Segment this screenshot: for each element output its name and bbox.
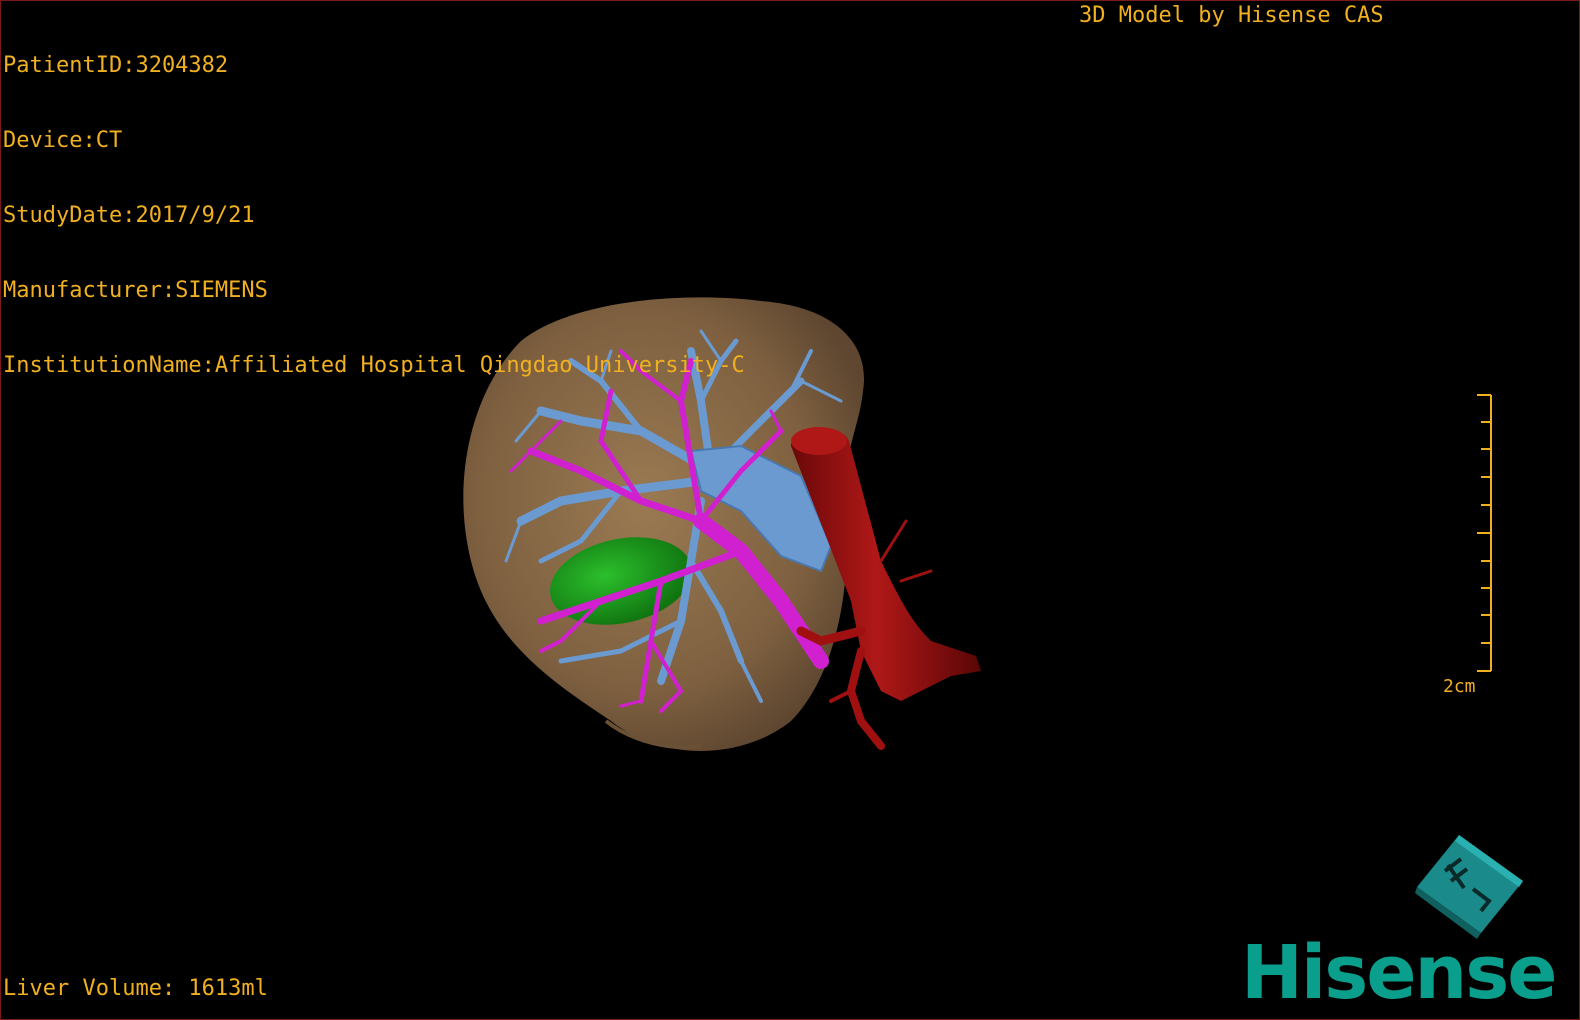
hisense-logo: Hisense: [1241, 930, 1557, 1016]
study-date: StudyDate:2017/9/21: [3, 203, 255, 228]
3d-viewport[interactable]: PatientID:3204382 Device:CT StudyDate:20…: [0, 0, 1580, 1020]
patient-id: PatientID:3204382: [3, 53, 229, 78]
manufacturer: Manufacturer:SIEMENS: [3, 278, 268, 303]
dicom-info-overlay: PatientID:3204382 Device:CT StudyDate:20…: [3, 3, 745, 428]
device: Device:CT: [3, 128, 123, 153]
liver-volume: Liver Volume: 1613ml: [3, 976, 268, 1001]
model-credit: 3D Model by Hisense CAS: [1079, 3, 1384, 28]
institution-name: InstitutionName:Affiliated Hospital Qing…: [3, 353, 745, 378]
scale-label: 2cm: [1443, 676, 1476, 697]
orientation-cube-icon[interactable]: [1411, 831, 1531, 941]
scale-bar: [1477, 394, 1492, 672]
